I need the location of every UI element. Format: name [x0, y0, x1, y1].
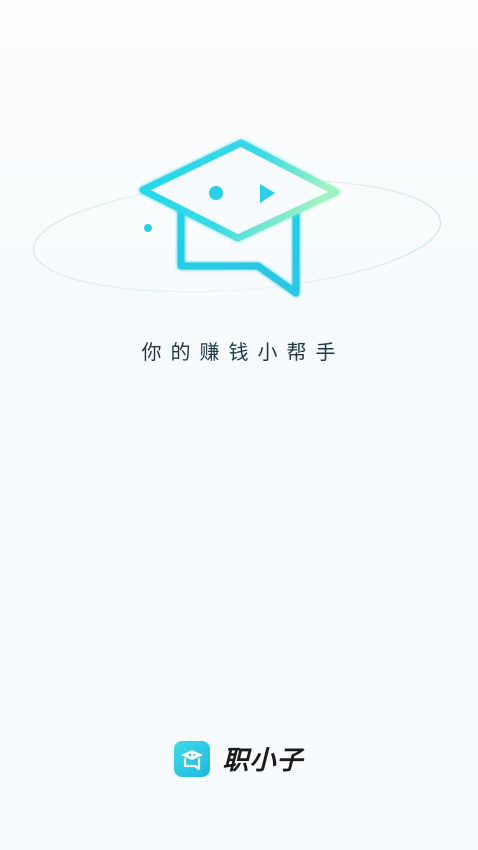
- brand-name: 职小子: [222, 746, 304, 776]
- graduation-cap-icon: [174, 740, 211, 777]
- splash-screen: 你的赚钱小帮手 职小子: [0, 0, 478, 850]
- tagline: 你的赚钱小帮手: [141, 340, 345, 364]
- brand-footer: 职小子: [0, 740, 478, 777]
- eye-dot-icon: [209, 186, 223, 200]
- graduation-cap-chat-bubble-icon: [139, 139, 340, 297]
